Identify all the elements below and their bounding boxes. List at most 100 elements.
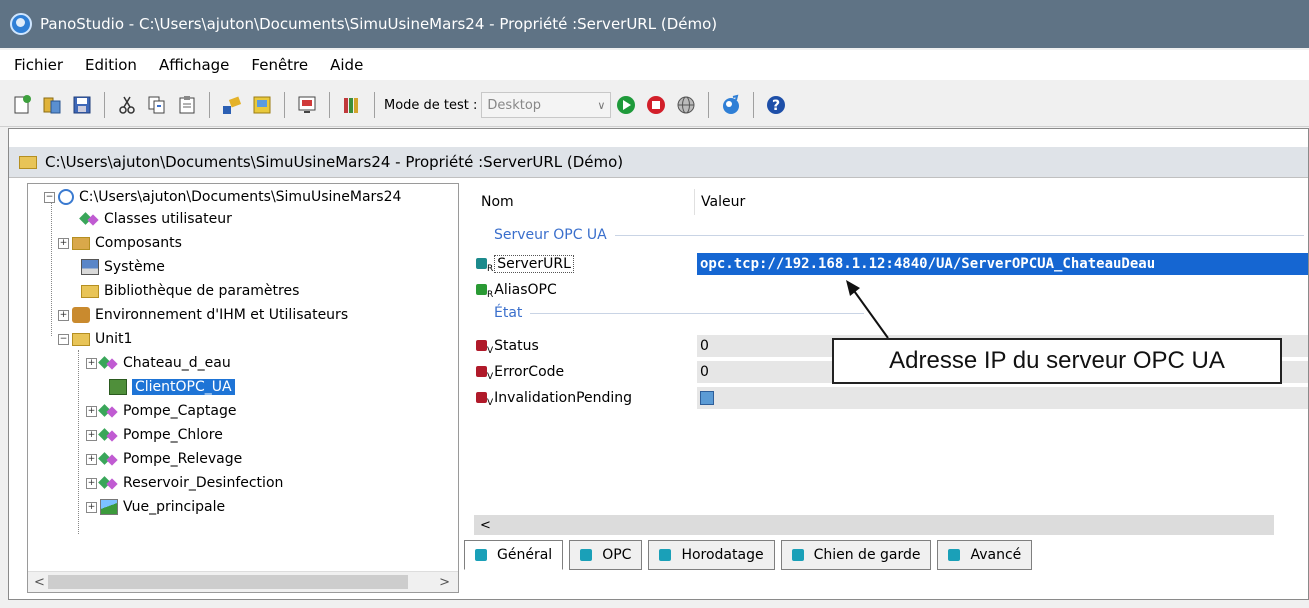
toolbar: Mode de test : Desktop ∨ ? (0, 84, 1309, 127)
collapse-icon[interactable]: − (58, 333, 69, 345)
menu-fenetre[interactable]: Fenêtre (240, 56, 319, 74)
copy-icon[interactable] (145, 93, 169, 117)
scroll-left-arrow[interactable]: < (480, 518, 491, 533)
new-icon[interactable] (10, 93, 34, 117)
tab-label: Horodatage (681, 547, 764, 563)
invalidation-pending-checkbox[interactable] (700, 391, 714, 405)
tree-item-classes-utilisateur[interactable]: Classes utilisateur (68, 208, 232, 230)
property-row-invalidationpending[interactable]: V InvalidationPending (469, 385, 1308, 411)
tab-opc[interactable]: OPC (569, 540, 643, 570)
group-etat[interactable]: État (494, 305, 864, 321)
property-horizontal-scrollbar[interactable]: < (474, 515, 1274, 535)
panostudio-app-icon (10, 13, 32, 35)
annotation-callout: Adresse IP du serveur OPC UA (832, 338, 1282, 384)
menu-bar: Fichier Edition Affichage Fenêtre Aide (0, 50, 1309, 80)
menu-affichage[interactable]: Affichage (148, 56, 240, 74)
property-cube-icon (475, 339, 489, 353)
panostudio-icon[interactable] (719, 93, 743, 117)
property-name: ErrorCode (494, 364, 565, 380)
expand-icon[interactable]: + (86, 477, 97, 489)
toolbar-separator (708, 92, 710, 118)
column-header-value[interactable]: Valeur (701, 183, 745, 221)
expand-icon[interactable]: + (58, 309, 69, 321)
screen-icon[interactable] (295, 93, 319, 117)
paste-icon[interactable] (175, 93, 199, 117)
menu-aide[interactable]: Aide (319, 56, 374, 74)
cut-icon[interactable] (115, 93, 139, 117)
tree-item-environnement[interactable]: + Environnement d'IHM et Utilisateurs (58, 304, 348, 326)
cube-icon (580, 549, 593, 561)
property-value-aliasopc[interactable] (697, 279, 1308, 301)
tree-item-label: Classes utilisateur (104, 211, 232, 227)
property-tabs: Général OPC Horodatage Chien de garde Av… (464, 540, 1038, 570)
panostudio-project-icon (58, 189, 74, 205)
group-title: État (494, 305, 523, 321)
tree-item-pompe-chlore[interactable]: + Pompe_Chlore (86, 424, 223, 446)
tree-item-composants[interactable]: + Composants (58, 232, 182, 254)
tree-item-label: Pompe_Chlore (123, 427, 223, 443)
tree-item-systeme[interactable]: Système (68, 256, 165, 278)
folder-icon (72, 332, 90, 346)
tree-item-label: Unit1 (95, 331, 133, 347)
components-icon (72, 236, 90, 250)
tree-item-bibliotheque[interactable]: Bibliothèque de paramètres (68, 280, 299, 302)
menu-fichier[interactable]: Fichier (0, 56, 74, 74)
expand-icon[interactable]: + (58, 237, 69, 249)
tab-label: Avancé (970, 547, 1022, 563)
tree-horizontal-scrollbar[interactable]: < > (28, 571, 458, 592)
tree-root[interactable]: − C:\Users\ajuton\Documents\SimuUsineMar… (44, 186, 401, 208)
play-icon[interactable] (614, 93, 638, 117)
tab-label: Chien de garde (813, 547, 921, 563)
column-header-name[interactable]: Nom (481, 183, 514, 221)
tab-chien-de-garde[interactable]: Chien de garde (780, 540, 932, 570)
tree-item-clientopc-ua[interactable]: ClientOPC_UA (96, 376, 235, 398)
scrollbar-thumb[interactable] (48, 575, 408, 589)
library-icon[interactable] (340, 93, 364, 117)
menu-edition[interactable]: Edition (74, 56, 148, 74)
expand-icon[interactable]: + (86, 357, 97, 369)
tree-item-pompe-captage[interactable]: + Pompe_Captage (86, 400, 236, 422)
build-icon[interactable] (220, 93, 244, 117)
property-name-cell: V InvalidationPending (469, 385, 694, 411)
collapse-icon[interactable]: − (44, 191, 55, 203)
expand-icon[interactable]: + (86, 453, 97, 465)
expand-icon[interactable]: + (86, 429, 97, 441)
open-icon[interactable] (40, 93, 64, 117)
svg-text:?: ? (772, 98, 780, 114)
property-value-serverurl[interactable]: opc.tcp://192.168.1.12:4840/UA/ServerOPC… (697, 253, 1308, 275)
tree-item-reservoir-desinfection[interactable]: + Reservoir_Desinfection (86, 472, 283, 494)
scroll-left-arrow[interactable]: < (34, 575, 45, 590)
tab-general[interactable]: Général (464, 540, 564, 570)
tree-item-unit1[interactable]: − Unit1 (58, 328, 132, 350)
scroll-right-arrow[interactable]: > (439, 575, 450, 590)
help-icon[interactable]: ? (764, 93, 788, 117)
deploy-icon[interactable] (250, 93, 274, 117)
save-icon[interactable] (70, 93, 94, 117)
document-title: C:\Users\ajuton\Documents\SimuUsineMars2… (45, 153, 624, 171)
tree-root-label: C:\Users\ajuton\Documents\SimuUsineMars2… (79, 189, 402, 205)
tree-item-label: Système (104, 259, 165, 275)
expand-icon[interactable]: + (86, 405, 97, 417)
tree-item-chateau-d-eau[interactable]: + Chateau_d_eau (86, 352, 231, 374)
expand-icon[interactable]: + (86, 501, 97, 513)
tree-connector (51, 200, 52, 336)
folder-icon (81, 284, 99, 298)
column-divider[interactable] (694, 189, 695, 215)
property-name: Status (494, 338, 539, 354)
property-grid: Nom Valeur Serveur OPC UA R ServerURL op… (469, 183, 1308, 599)
property-name-cell: V Status (469, 333, 694, 359)
property-row-serverurl[interactable]: R ServerURL opc.tcp://192.168.1.12:4840/… (469, 251, 1308, 277)
tab-horodatage[interactable]: Horodatage (648, 540, 775, 570)
group-serveur-opc-ua[interactable]: Serveur OPC UA (494, 227, 1304, 243)
web-icon[interactable] (674, 93, 698, 117)
toolbar-separator (753, 92, 755, 118)
tree-item-label: Chateau_d_eau (123, 355, 231, 371)
cube-icon (475, 549, 487, 561)
toolbar-separator (374, 92, 375, 118)
group-title: Serveur OPC UA (494, 227, 607, 243)
mode-test-select[interactable]: Desktop ∨ (481, 92, 612, 118)
tree-item-pompe-relevage[interactable]: + Pompe_Relevage (86, 448, 242, 470)
stop-icon[interactable] (644, 93, 668, 117)
tab-avance[interactable]: Avancé (937, 540, 1033, 570)
tree-item-vue-principale[interactable]: + Vue_principale (86, 496, 225, 518)
